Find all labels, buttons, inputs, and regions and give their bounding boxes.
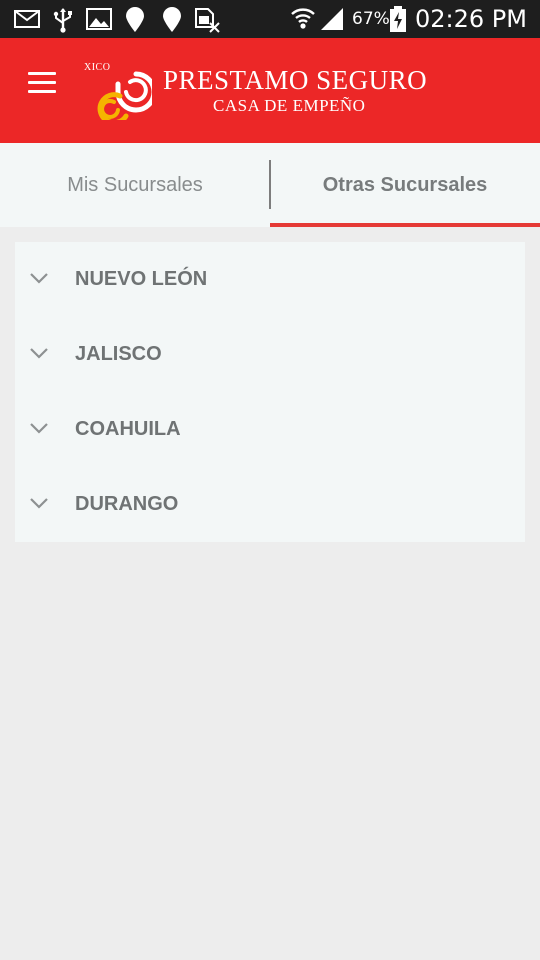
battery-charging-icon <box>390 6 406 32</box>
brand-logo: XICO <box>84 62 154 122</box>
state-item-jalisco[interactable]: JALISCO <box>15 317 525 392</box>
logo-emblem-icon <box>97 71 152 120</box>
tab-mis-sucursales[interactable]: Mis Sucursales <box>0 143 270 227</box>
tab-otras-sucursales[interactable]: Otras Sucursales <box>270 143 540 227</box>
battery-percent: 67% <box>352 9 390 29</box>
chevron-down-icon <box>30 498 48 509</box>
active-tab-indicator <box>270 223 540 227</box>
state-list: NUEVO LEÓN JALISCO COAHUILA DURANGO <box>15 242 525 542</box>
no-sim-icon <box>195 8 220 33</box>
state-item-nuevo-leon[interactable]: NUEVO LEÓN <box>15 242 525 317</box>
hamburger-menu-icon[interactable] <box>24 68 64 108</box>
state-item-durango[interactable]: DURANGO <box>15 467 525 542</box>
brand-subtitle: CASA DE EMPEÑO <box>213 96 366 115</box>
status-bar: 67% 02:26 PM <box>0 0 540 38</box>
state-label: DURANGO <box>75 493 179 515</box>
usb-icon <box>53 8 72 33</box>
brand-title: PRESTAMO SEGURO <box>163 65 428 95</box>
image-icon <box>86 8 112 30</box>
state-label: JALISCO <box>75 343 162 365</box>
location-icon <box>126 7 144 32</box>
clock: 02:26 PM <box>415 5 527 33</box>
chevron-down-icon <box>30 423 48 434</box>
state-label: COAHUILA <box>75 418 181 440</box>
mail-icon <box>14 10 40 28</box>
chevron-down-icon <box>30 348 48 359</box>
state-item-coahuila[interactable]: COAHUILA <box>15 392 525 467</box>
chevron-down-icon <box>30 273 48 284</box>
signal-icon <box>321 8 343 30</box>
state-label: NUEVO LEÓN <box>75 268 208 290</box>
location-icon <box>163 7 181 32</box>
app-bar: XICO PRESTAMO SEGURO CASA DE EMPEÑO <box>0 38 540 143</box>
wifi-icon <box>291 8 315 29</box>
tab-bar: Mis Sucursales Otras Sucursales <box>0 143 540 227</box>
